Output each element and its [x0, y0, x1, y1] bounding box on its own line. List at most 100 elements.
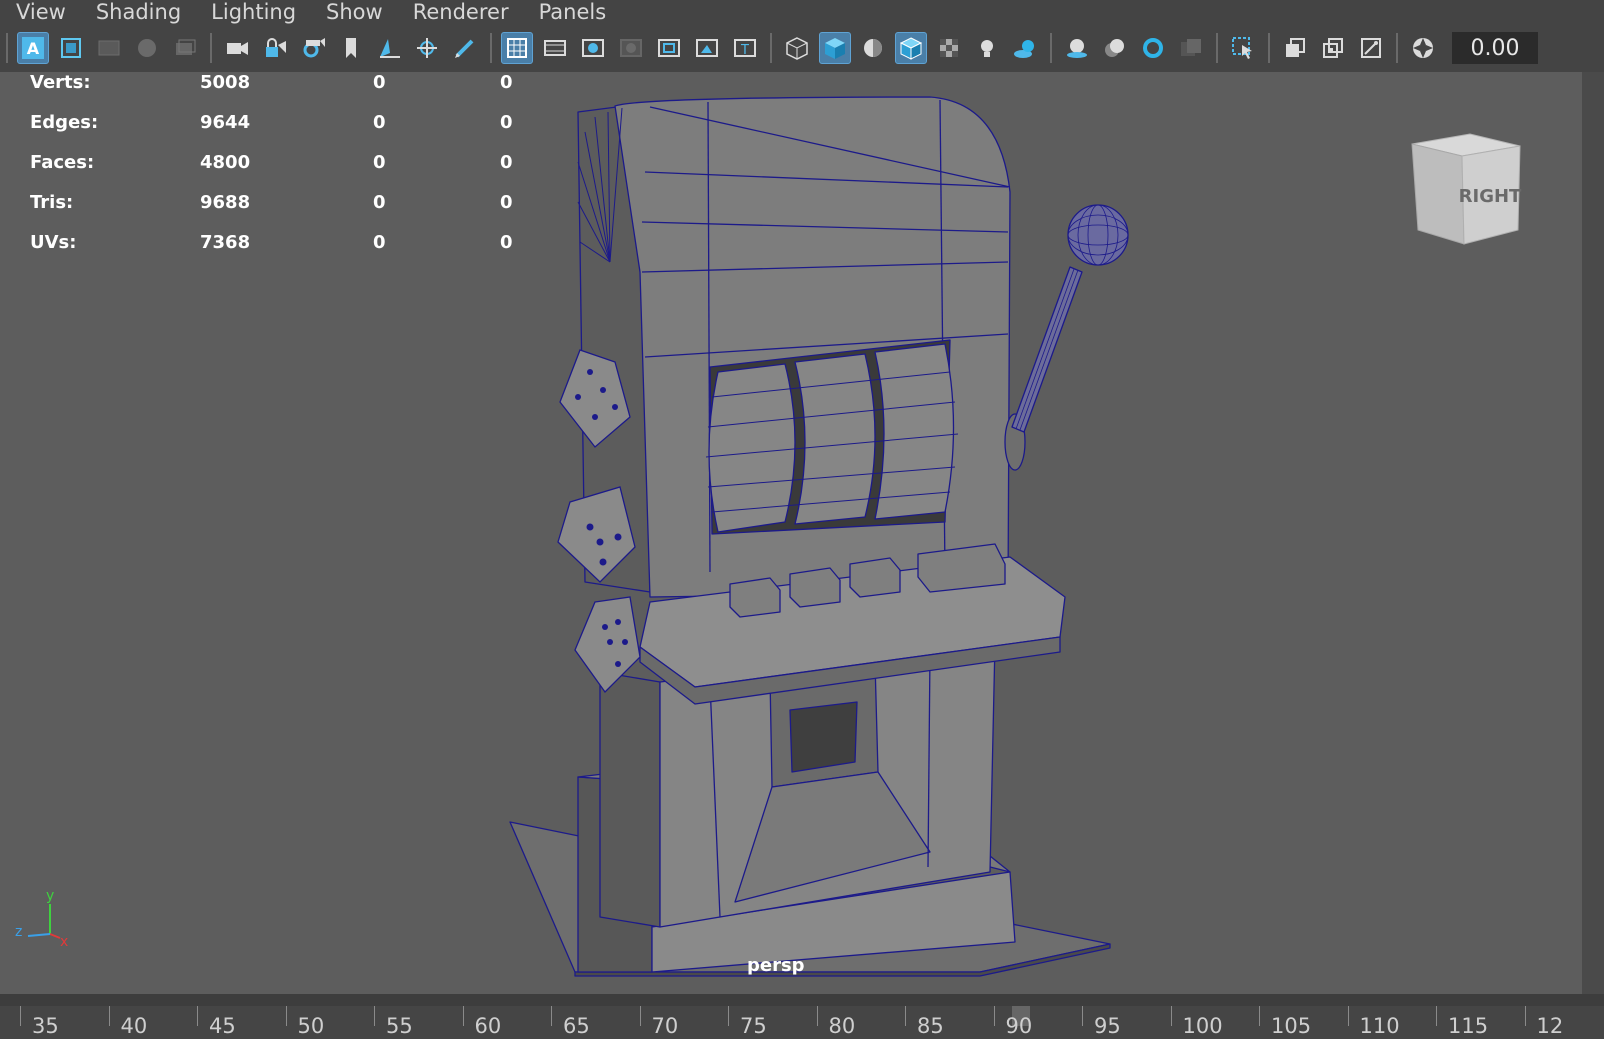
timeline-tick: [551, 1006, 552, 1026]
grease-pencil-brush-icon[interactable]: [449, 32, 481, 64]
toolbar-separator: [1268, 33, 1270, 63]
camera-name-label: persp: [747, 955, 805, 976]
motion-blur-icon[interactable]: [1099, 32, 1131, 64]
toolbar-separator: [490, 33, 492, 63]
timeline-tick-label: 55: [386, 1014, 413, 1038]
timeline-tick-label: 90: [1005, 1014, 1033, 1038]
wireframe-icon[interactable]: [781, 32, 813, 64]
safe-action-icon[interactable]: [691, 32, 723, 64]
image-plane-icon[interactable]: [131, 32, 163, 64]
timeline-tick-label: 95: [1094, 1014, 1121, 1038]
hud-value: 0: [500, 152, 513, 173]
panel-menu-bar: View Shading Lighting Show Renderer Pane…: [0, 0, 1604, 24]
hud-value: 0: [373, 112, 386, 133]
hud-value: 0: [373, 72, 386, 93]
pedestal-body: [599, 671, 661, 928]
timeline-tick-label: 40: [120, 1014, 148, 1038]
timeline-tick-label: 65: [563, 1014, 590, 1038]
textured-icon[interactable]: [933, 32, 965, 64]
hud-value: 9644: [200, 112, 251, 133]
toolbar-separator: [770, 33, 772, 63]
viewcube[interactable]: RIGHT: [1402, 126, 1522, 256]
timeline-tick-label: 35: [32, 1014, 59, 1038]
use-default-material-icon[interactable]: [857, 32, 889, 64]
gate-mask-icon[interactable]: [615, 32, 647, 64]
hud-value: 0: [500, 72, 513, 93]
shadows-icon[interactable]: [1009, 32, 1041, 64]
bookmark-icon[interactable]: [335, 32, 367, 64]
axis-y-label: y: [46, 890, 54, 904]
menu-panels[interactable]: Panels: [539, 0, 607, 24]
timeline-tick-label: 110: [1359, 1014, 1400, 1038]
hud-value: 7368: [200, 232, 251, 253]
time-slider[interactable]: 35 40 45 50 55 60 65 70 75 80 85 90 95 100 105 110 115 12: [0, 994, 1604, 1039]
depth-of-field-icon[interactable]: [1175, 32, 1207, 64]
hud-value: 0: [373, 192, 386, 213]
grid-icon[interactable]: [501, 32, 533, 64]
viewport-persp[interactable]: Verts: 5008 0 0 Edges: 9644 0 0 Faces: 4…: [0, 72, 1582, 994]
hud-label: Edges:: [30, 112, 99, 133]
hud-value: 0: [373, 152, 386, 173]
smooth-shade-icon[interactable]: [819, 32, 851, 64]
panel-toolbar: A T 0.00: [0, 24, 1604, 72]
safe-title-icon[interactable]: T: [729, 32, 761, 64]
timeline-tick: [197, 1006, 198, 1026]
timeline-tick: [639, 1006, 641, 1026]
camera-icon[interactable]: [221, 32, 253, 64]
timeline-tick-label: 75: [740, 1014, 767, 1038]
field-chart-icon[interactable]: [653, 32, 685, 64]
timeline-tick-label: 70: [651, 1014, 679, 1038]
toolbar-separator: [1396, 33, 1398, 63]
isolate-select-icon[interactable]: [1227, 32, 1259, 64]
anti-aliasing-icon[interactable]: [1137, 32, 1169, 64]
screen-space-ao-icon[interactable]: [1061, 32, 1093, 64]
timeline-tick-label: 45: [209, 1014, 236, 1038]
menu-shading[interactable]: Shading: [96, 0, 181, 24]
2d-pan-zoom-icon[interactable]: [373, 32, 405, 64]
bookmarks-icon[interactable]: [93, 32, 125, 64]
hud-value: 0: [500, 192, 513, 213]
pan-icon[interactable]: [411, 32, 443, 64]
lock-camera-icon[interactable]: [259, 32, 291, 64]
lever-arm: [1011, 266, 1083, 433]
menu-view[interactable]: View: [16, 0, 66, 24]
film-gate-icon[interactable]: [539, 32, 571, 64]
timeline-tick-label: 50: [297, 1014, 325, 1038]
wireframe-on-shaded-icon[interactable]: [895, 32, 927, 64]
timeline-tick-label: 60: [474, 1014, 502, 1038]
color-management-icon[interactable]: [1407, 32, 1439, 64]
timeline-tick: [1259, 1006, 1260, 1026]
timeline-tick: [285, 1006, 287, 1026]
select-camera-icon[interactable]: A: [17, 32, 49, 64]
hud-value: 5008: [200, 72, 251, 93]
timeline-tick-label: 100: [1182, 1014, 1223, 1038]
timeline-tick: [462, 1006, 464, 1026]
axis-x-label: x: [60, 934, 68, 950]
timeline-tick-label: 12: [1536, 1014, 1564, 1038]
xray-icon[interactable]: [1279, 32, 1311, 64]
viewport-scrollbar[interactable]: [1582, 72, 1604, 994]
timeline-tick: [993, 1006, 995, 1026]
camera-attributes-icon[interactable]: [55, 32, 87, 64]
camera-settings-icon[interactable]: [297, 32, 329, 64]
toolbar-separator: [210, 33, 212, 63]
use-all-lights-icon[interactable]: [971, 32, 1003, 64]
exposure-field[interactable]: 0.00: [1452, 32, 1538, 64]
menu-lighting[interactable]: Lighting: [211, 0, 296, 24]
timeline-tick: [108, 1006, 110, 1026]
timeline-tick: [905, 1006, 906, 1026]
resolution-gate-icon[interactable]: [577, 32, 609, 64]
hud-value: 0: [500, 112, 513, 133]
menu-renderer[interactable]: Renderer: [413, 0, 509, 24]
xray-joints-icon[interactable]: [1355, 32, 1387, 64]
xray-active-components-icon[interactable]: [1317, 32, 1349, 64]
toolbar-separator: [6, 33, 8, 63]
axis-z-label: z: [15, 924, 22, 940]
timeline-tick-label: 85: [917, 1014, 944, 1038]
timeline-tick-label: 105: [1271, 1014, 1312, 1038]
grease-pencil-icon[interactable]: [169, 32, 201, 64]
axis-gizmo: y z x: [15, 890, 68, 950]
menu-show[interactable]: Show: [326, 0, 383, 24]
timeline-tick: [1170, 1006, 1172, 1026]
hud-value: 4800: [200, 152, 251, 173]
